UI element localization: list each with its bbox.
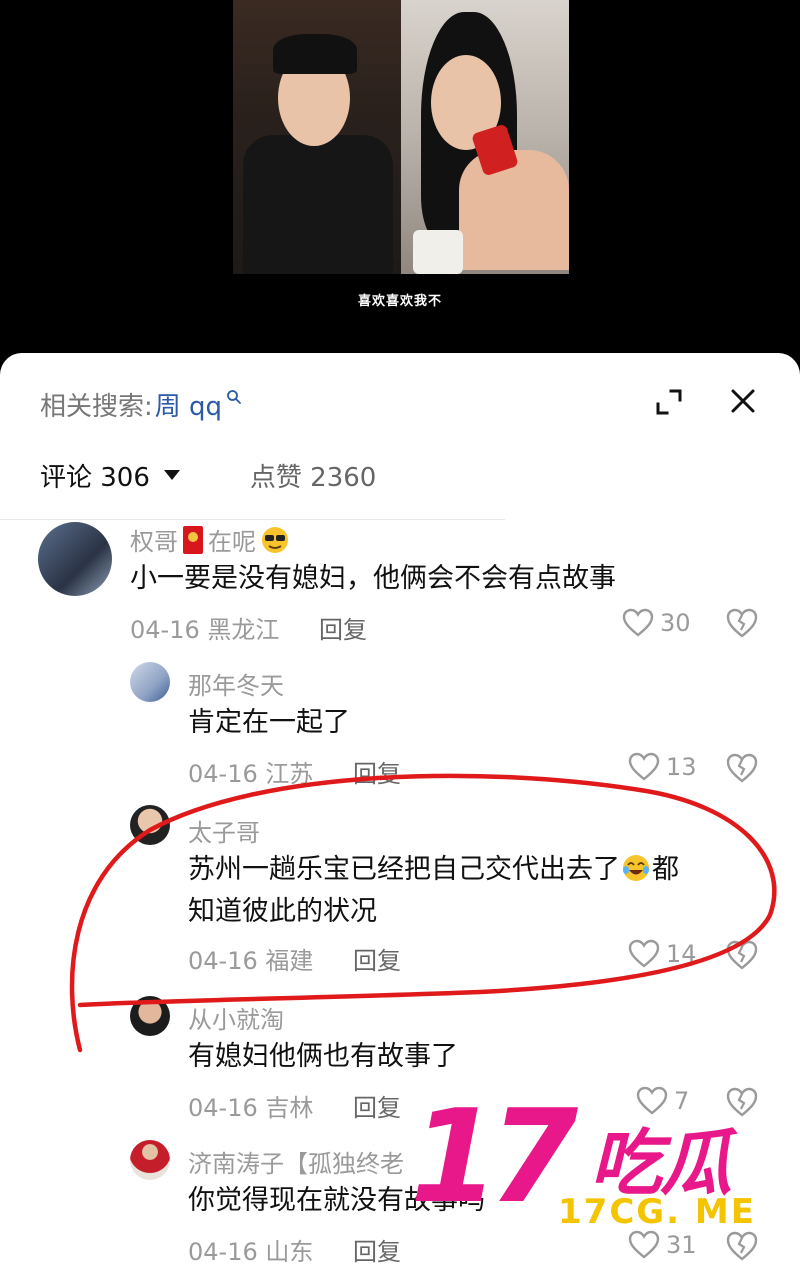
reply-item: 太子哥 苏州一趟乐宝已经把自己交代出去了 都 知道彼此的状况 04-16 福建 … bbox=[0, 805, 800, 985]
woman-hand bbox=[459, 150, 569, 270]
comment-author[interactable]: 那年冬天 bbox=[188, 666, 284, 701]
comment-text: 小一要是没有媳妇，他俩会不会有点故事 bbox=[130, 563, 616, 594]
reply-button[interactable]: 回复 bbox=[353, 947, 401, 975]
tab-likes-label: 点赞 2360 bbox=[249, 462, 377, 493]
like-button[interactable]: 14 bbox=[628, 939, 697, 969]
comment-location: 吉林 bbox=[265, 1094, 314, 1122]
tab-comments-label: 评论 306 bbox=[40, 462, 150, 493]
man-hair bbox=[273, 34, 357, 74]
tab-comments[interactable]: 评论 306 bbox=[40, 457, 180, 494]
laugh-cry-emoji-icon bbox=[623, 855, 649, 881]
like-button[interactable]: 13 bbox=[628, 752, 697, 782]
like-count: 30 bbox=[660, 609, 691, 637]
comment-location: 黑龙江 bbox=[207, 616, 280, 644]
comment-date: 04-16 bbox=[188, 1238, 258, 1266]
comment-date: 04-16 bbox=[188, 760, 258, 788]
like-button[interactable]: 30 bbox=[622, 608, 691, 638]
comment-tabs: 评论 306 点赞 2360 bbox=[40, 457, 376, 493]
related-search-query[interactable]: 周 qq bbox=[155, 386, 222, 423]
heart-icon bbox=[628, 752, 660, 781]
comment-location: 福建 bbox=[265, 947, 314, 975]
comment-text-line2: 知道彼此的状况 bbox=[188, 896, 377, 927]
search-icon bbox=[227, 390, 241, 404]
like-count: 13 bbox=[666, 753, 697, 781]
related-search-label: 相关搜索: bbox=[40, 391, 153, 422]
comment-author[interactable]: 济南涛子【孤独终老 bbox=[188, 1144, 404, 1179]
comment-date: 04-16 bbox=[188, 1094, 258, 1122]
related-search[interactable]: 相关搜索: 周 qq bbox=[40, 386, 242, 423]
comment-item: 权哥 在呢 小一要是没有媳妇，他俩会不会有点故事 04-16 黑龙江 回复 30 bbox=[0, 518, 800, 645]
comment-location: 江苏 bbox=[265, 760, 314, 788]
heart-icon bbox=[628, 939, 660, 968]
comment-author[interactable]: 权哥 在呢 bbox=[130, 522, 290, 557]
broken-heart-icon[interactable] bbox=[725, 1229, 759, 1263]
heart-icon bbox=[622, 608, 654, 637]
broken-heart-icon[interactable] bbox=[725, 938, 759, 972]
watermark-logo: 17 吃瓜 17CG. ME bbox=[410, 1094, 790, 1233]
avatar[interactable] bbox=[38, 522, 112, 596]
heart-icon bbox=[628, 1230, 660, 1259]
expand-icon[interactable] bbox=[653, 386, 685, 418]
man-figure bbox=[243, 135, 393, 274]
comment-meta: 04-16 吉林 回复 bbox=[188, 1088, 401, 1123]
comment-text: 有媳妇他俩也有故事了 bbox=[188, 1041, 458, 1072]
avatar[interactable] bbox=[130, 996, 170, 1036]
tab-likes[interactable]: 点赞 2360 bbox=[250, 457, 376, 494]
reply-item: 那年冬天 肯定在一起了 04-16 江苏 回复 13 bbox=[0, 662, 800, 792]
red-envelope-icon bbox=[183, 525, 203, 554]
reply-button[interactable]: 回复 bbox=[353, 760, 401, 788]
comment-author[interactable]: 太子哥 bbox=[188, 813, 260, 848]
avatar[interactable] bbox=[130, 1140, 170, 1180]
avatar[interactable] bbox=[130, 662, 170, 702]
comment-author-suffix: 在呢 bbox=[208, 528, 256, 556]
like-button[interactable]: 31 bbox=[628, 1230, 697, 1260]
close-icon[interactable] bbox=[728, 386, 758, 416]
comment-meta: 04-16 福建 回复 bbox=[188, 941, 401, 976]
watermark-domain: 17CG. ME bbox=[558, 1192, 756, 1232]
comment-author-name: 权哥 bbox=[130, 528, 178, 556]
comment-text-line1-end: 都 bbox=[652, 854, 679, 885]
comment-meta: 04-16 山东 回复 bbox=[188, 1232, 401, 1267]
video-left-panel bbox=[233, 0, 401, 274]
comment-text: 苏州一趟乐宝已经把自己交代出去了 都 知道彼此的状况 bbox=[188, 849, 748, 933]
watermark-number: 17 bbox=[410, 1083, 578, 1232]
comment-text: 肯定在一起了 bbox=[188, 707, 350, 738]
comment-date: 04-16 bbox=[130, 616, 200, 644]
sunglasses-emoji-icon bbox=[262, 526, 288, 553]
broken-heart-icon[interactable] bbox=[725, 606, 759, 640]
broken-heart-icon[interactable] bbox=[725, 751, 759, 785]
reply-button[interactable]: 回复 bbox=[353, 1094, 401, 1122]
comment-text-line1: 苏州一趟乐宝已经把自己交代出去了 bbox=[188, 854, 620, 885]
video-subtitle: 喜欢喜欢我不 bbox=[357, 294, 442, 309]
comment-date: 04-16 bbox=[188, 947, 258, 975]
like-count: 31 bbox=[666, 1231, 697, 1259]
comment-meta: 04-16 江苏 回复 bbox=[188, 754, 401, 789]
reply-button[interactable]: 回复 bbox=[353, 1238, 401, 1266]
video-frame bbox=[233, 0, 569, 274]
chevron-down-icon[interactable] bbox=[163, 470, 180, 480]
video-player[interactable]: 喜欢喜欢我不 bbox=[0, 0, 800, 375]
reply-button[interactable]: 回复 bbox=[319, 616, 367, 644]
white-cup bbox=[413, 230, 463, 274]
comment-location: 山东 bbox=[265, 1238, 314, 1266]
avatar[interactable] bbox=[130, 805, 170, 845]
like-count: 14 bbox=[666, 940, 697, 968]
comment-meta: 04-16 黑龙江 回复 bbox=[130, 610, 367, 645]
video-right-panel bbox=[401, 0, 569, 274]
comment-author[interactable]: 从小就淘 bbox=[188, 1000, 284, 1035]
